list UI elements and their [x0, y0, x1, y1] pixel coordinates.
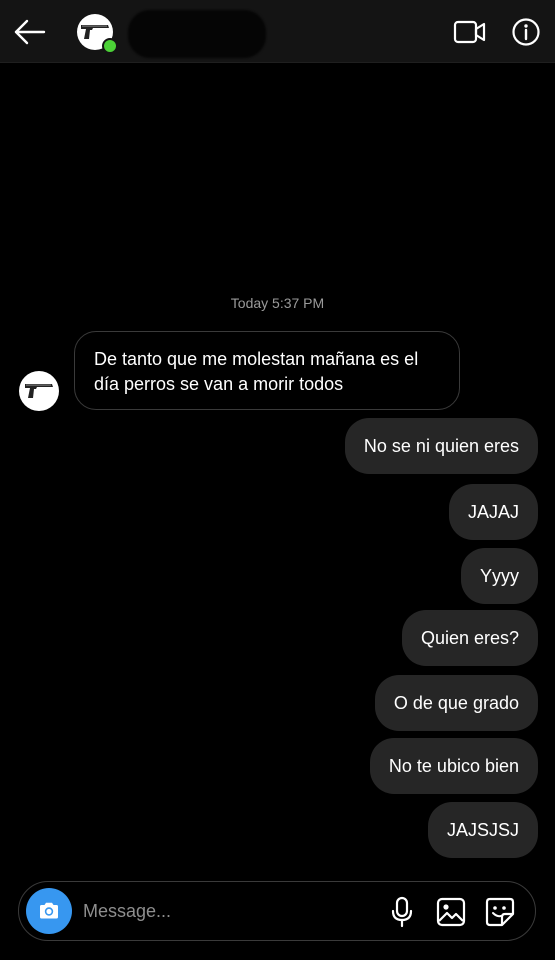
outgoing-message[interactable]: Yyyy: [460, 548, 538, 604]
sticker-icon: [485, 897, 515, 927]
video-camera-icon: [453, 20, 486, 44]
incoming-message[interactable]: De tanto que me molestan mañana es el dí…: [74, 331, 460, 410]
outgoing-message[interactable]: No se ni quien eres: [344, 418, 538, 474]
outgoing-message[interactable]: O de que grado: [374, 675, 538, 731]
gallery-icon: [436, 897, 466, 927]
message-composer: [18, 881, 536, 941]
outgoing-message[interactable]: No te ubico bien: [369, 738, 538, 794]
camera-icon: [40, 902, 58, 919]
sticker-button[interactable]: [484, 896, 516, 928]
contact-name[interactable]: [0, 0, 1, 1]
sender-avatar[interactable]: [19, 371, 59, 411]
outgoing-message[interactable]: JAJSJSJ: [427, 802, 538, 858]
contact-name-redaction: [128, 10, 266, 58]
arrow-left-icon: [14, 19, 46, 45]
video-call-button[interactable]: [453, 18, 487, 46]
microphone-icon: [391, 896, 413, 928]
outgoing-message[interactable]: Quien eres?: [401, 610, 538, 666]
chat-header: [0, 0, 555, 63]
info-icon: [512, 18, 540, 46]
camera-button[interactable]: [26, 888, 72, 934]
online-status-dot: [102, 38, 118, 54]
message-timestamp: Today 5:37 PM: [230, 295, 325, 311]
info-button[interactable]: [511, 17, 541, 47]
outgoing-message[interactable]: JAJAJ: [448, 484, 538, 540]
gallery-button[interactable]: [435, 896, 467, 928]
back-button[interactable]: [12, 16, 48, 48]
message-input[interactable]: [83, 896, 373, 926]
voice-message-button[interactable]: [387, 896, 417, 928]
dm-screen: Today 5:37 PM De tanto que me molestan m…: [0, 0, 555, 960]
pistol-icon: [25, 384, 53, 398]
